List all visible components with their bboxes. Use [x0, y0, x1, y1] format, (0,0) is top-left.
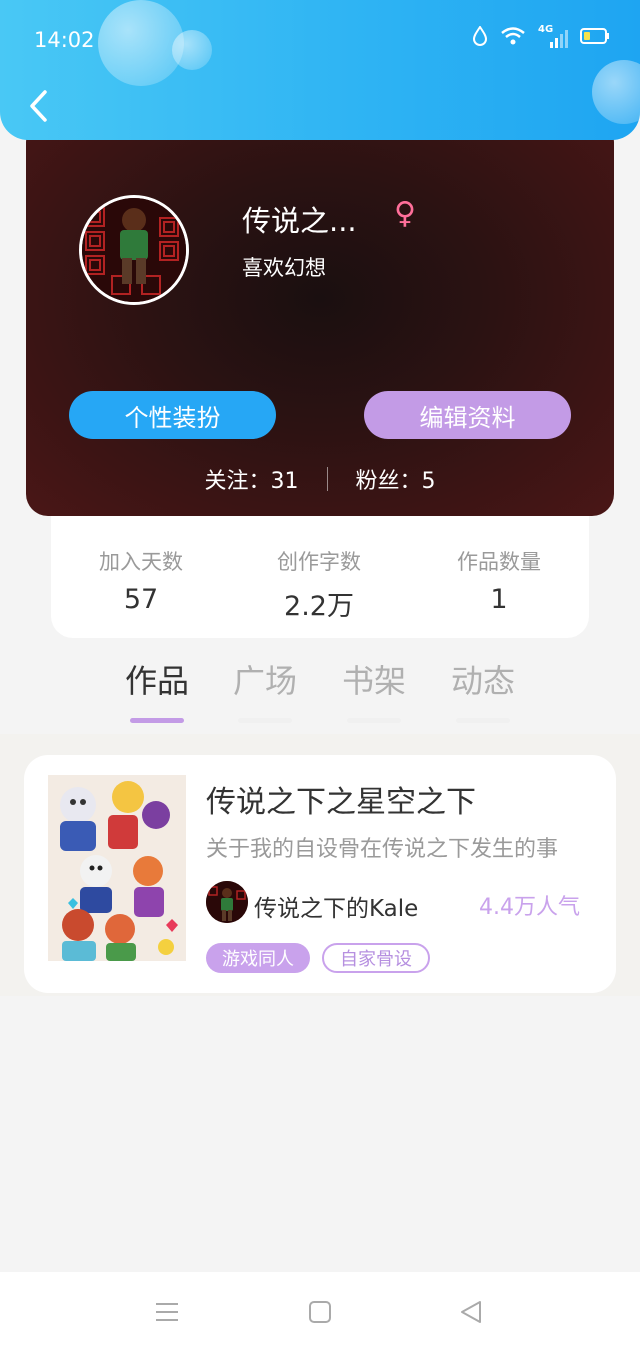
author-name[interactable]: 传说之下的Kale [254, 889, 418, 923]
book-cover[interactable] [48, 775, 186, 961]
wifi-icon [500, 26, 526, 50]
top-bar: 14:02 4G [0, 0, 640, 140]
following-count[interactable]: 关注：31 [205, 463, 299, 495]
tab-label: 动态 [450, 662, 515, 700]
tab-works[interactable]: 作品 [102, 656, 212, 723]
stat-value: 57 [123, 584, 159, 615]
stat-word-count: 创作字数 2.2万 [229, 546, 409, 623]
stat-label: 加入天数 [99, 550, 183, 574]
followers-count[interactable]: 粉丝：5 [356, 463, 436, 495]
tab-label: 书架 [341, 662, 406, 700]
tag-original-character[interactable]: 自家骨设 [322, 943, 430, 973]
dress-up-button[interactable]: 个性装扮 [69, 391, 276, 439]
work-card[interactable]: 传说之下之星空之下 关于我的自设骨在传说之下发生的事 传说之下的Kale 4.4… [24, 755, 616, 993]
tab-indicator [347, 718, 401, 723]
decor-bubble [172, 30, 212, 70]
home-square-icon [309, 1301, 331, 1323]
stat-value: 1 [490, 584, 508, 615]
tag-game-fanfic[interactable]: 游戏同人 [206, 943, 310, 973]
stat-join-days: 加入天数 57 [51, 546, 231, 615]
menu-icon [156, 1303, 178, 1321]
profile-header: 传说之... ♀ 喜欢幻想 个性装扮 编辑资料 关注：31 粉丝：5 [26, 120, 614, 516]
menu-button[interactable] [152, 1298, 182, 1326]
follow-stats: 关注：31 粉丝：5 [26, 463, 614, 495]
system-nav-bar [0, 1272, 640, 1351]
tab-label: 广场 [232, 662, 297, 700]
popularity: 4.4万人气 [479, 895, 580, 920]
avatar[interactable] [79, 195, 189, 305]
work-description: 关于我的自设骨在传说之下发生的事 [206, 837, 559, 862]
stat-label: 作品数量 [457, 550, 541, 574]
signal-icon: 4G [538, 24, 568, 48]
status-icons: 4G [472, 24, 610, 50]
divider [326, 467, 328, 491]
back-button[interactable] [20, 86, 56, 126]
female-icon: ♀ [394, 196, 416, 231]
back-triangle-icon [461, 1301, 481, 1323]
chevron-left-icon [30, 90, 47, 122]
stat-value: 2.2万 [284, 591, 354, 622]
battery-icon [580, 27, 610, 49]
drop-icon [472, 25, 488, 50]
edit-profile-button[interactable]: 编辑资料 [364, 391, 571, 439]
back-nav-button[interactable] [456, 1298, 486, 1326]
tab-indicator [238, 718, 292, 723]
network-label: 4G [538, 24, 554, 35]
tab-activity[interactable]: 动态 [428, 656, 538, 723]
stat-label: 创作字数 [277, 550, 361, 574]
home-button[interactable] [305, 1298, 335, 1326]
tab-bookshelf[interactable]: 书架 [319, 656, 429, 723]
tab-indicator [130, 718, 184, 723]
stat-works-count: 作品数量 1 [409, 546, 589, 615]
author-avatar[interactable] [206, 881, 248, 923]
decor-bubble [98, 0, 184, 86]
stats-card: 加入天数 57 创作字数 2.2万 作品数量 1 [51, 510, 589, 638]
tab-label: 作品 [124, 662, 189, 700]
profile-tabs: 作品 广场 书架 动态 [0, 652, 640, 723]
decor-bubble [592, 60, 640, 124]
signature: 喜欢幻想 [242, 256, 326, 280]
nickname: 传说之... [242, 204, 357, 238]
tab-indicator [456, 718, 510, 723]
tab-square[interactable]: 广场 [210, 656, 320, 723]
status-time: 14:02 [34, 28, 95, 52]
work-title[interactable]: 传说之下之星空之下 [206, 777, 476, 821]
